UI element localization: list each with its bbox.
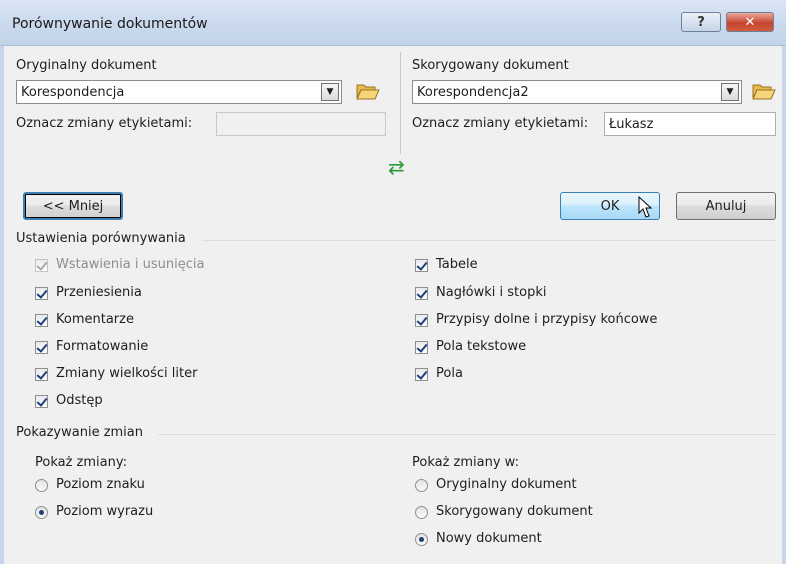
original-document-value: Korespondencja [21, 85, 125, 100]
case-changes-checkbox[interactable] [35, 368, 48, 381]
window-frame-right [782, 46, 786, 564]
revised-document-option-label[interactable]: Skorygowany dokument [436, 504, 593, 519]
show-changes-in-label: Pokaż zmiany w: [412, 455, 519, 470]
original-document-label: Oryginalny dokument [16, 58, 157, 73]
original-document-option-label[interactable]: Oryginalny dokument [436, 477, 577, 492]
show-changes-level-label: Pokaż zmiany: [35, 455, 127, 470]
group-divider [158, 434, 776, 435]
open-folder-icon[interactable] [356, 81, 380, 101]
cancel-button[interactable]: Anuluj [676, 192, 776, 220]
less-button-label: << Mniej [42, 198, 104, 214]
mouse-pointer-icon [638, 196, 653, 218]
formatting-label[interactable]: Formatowanie [56, 339, 148, 354]
word-level-label[interactable]: Poziom wyrazu [56, 504, 153, 519]
cancel-button-label: Anuluj [705, 198, 747, 214]
dialog-title: Porównywanie dokumentów [12, 16, 208, 32]
headers-footers-label[interactable]: Nagłówki i stopki [436, 285, 546, 300]
chevron-down-icon[interactable]: ▼ [721, 83, 739, 101]
less-button[interactable]: << Mniej [23, 192, 123, 220]
revised-tag-label: Oznacz zmiany etykietami: [412, 116, 589, 131]
window-frame-left [0, 46, 4, 564]
comments-checkbox[interactable] [35, 314, 48, 327]
new-document-radio[interactable] [415, 533, 428, 546]
original-document-radio[interactable] [415, 479, 428, 492]
group-divider [202, 240, 776, 241]
revised-document-combo[interactable]: Korespondencja2 ▼ [412, 80, 742, 104]
comments-label[interactable]: Komentarze [56, 312, 134, 327]
tables-checkbox[interactable] [415, 259, 428, 272]
original-tag-input[interactable] [216, 112, 386, 136]
close-icon: ✕ [744, 14, 756, 30]
compare-documents-dialog: Porównywanie dokumentów ? ✕ Oryginalny d… [0, 0, 786, 564]
footnotes-endnotes-label[interactable]: Przypisy dolne i przypisy końcowe [436, 312, 657, 327]
revised-tag-input[interactable]: Łukasz [604, 112, 776, 136]
divider [400, 52, 401, 154]
moves-checkbox[interactable] [35, 287, 48, 300]
title-bar: Porównywanie dokumentów ? ✕ [0, 0, 786, 46]
fields-checkbox[interactable] [415, 368, 428, 381]
word-level-radio[interactable] [35, 506, 48, 519]
swap-documents-icon[interactable]: ⇄ [388, 157, 405, 177]
original-document-combo[interactable]: Korespondencja ▼ [16, 80, 342, 104]
footnotes-endnotes-checkbox[interactable] [415, 314, 428, 327]
help-icon: ? [697, 14, 705, 30]
original-tag-label: Oznacz zmiany etykietami: [16, 116, 193, 131]
tables-label[interactable]: Tabele [436, 257, 478, 272]
help-button[interactable]: ? [681, 12, 721, 32]
headers-footers-checkbox[interactable] [415, 287, 428, 300]
revised-document-label: Skorygowany dokument [412, 58, 569, 73]
whitespace-label[interactable]: Odstęp [56, 393, 103, 408]
revised-tag-value: Łukasz [609, 117, 654, 132]
revised-document-value: Korespondencja2 [417, 85, 529, 100]
new-document-option-label[interactable]: Nowy dokument [436, 531, 542, 546]
text-boxes-checkbox[interactable] [415, 341, 428, 354]
revised-document-radio[interactable] [415, 506, 428, 519]
formatting-checkbox[interactable] [35, 341, 48, 354]
chevron-down-icon[interactable]: ▼ [321, 83, 339, 101]
close-button[interactable]: ✕ [726, 12, 774, 32]
moves-label[interactable]: Przeniesienia [56, 285, 142, 300]
case-changes-label[interactable]: Zmiany wielkości liter [56, 366, 197, 381]
open-folder-icon[interactable] [752, 81, 776, 101]
ok-button-label: OK [600, 198, 620, 214]
insertions-deletions-label: Wstawienia i usunięcia [56, 257, 205, 272]
comparison-settings-heading: Ustawienia porównywania [16, 231, 186, 246]
character-level-label[interactable]: Poziom znaku [56, 477, 145, 492]
insertions-deletions-checkbox [35, 259, 48, 272]
show-changes-heading: Pokazywanie zmian [16, 425, 143, 440]
text-boxes-label[interactable]: Pola tekstowe [436, 339, 526, 354]
whitespace-checkbox[interactable] [35, 395, 48, 408]
fields-label[interactable]: Pola [436, 366, 463, 381]
character-level-radio[interactable] [35, 479, 48, 492]
